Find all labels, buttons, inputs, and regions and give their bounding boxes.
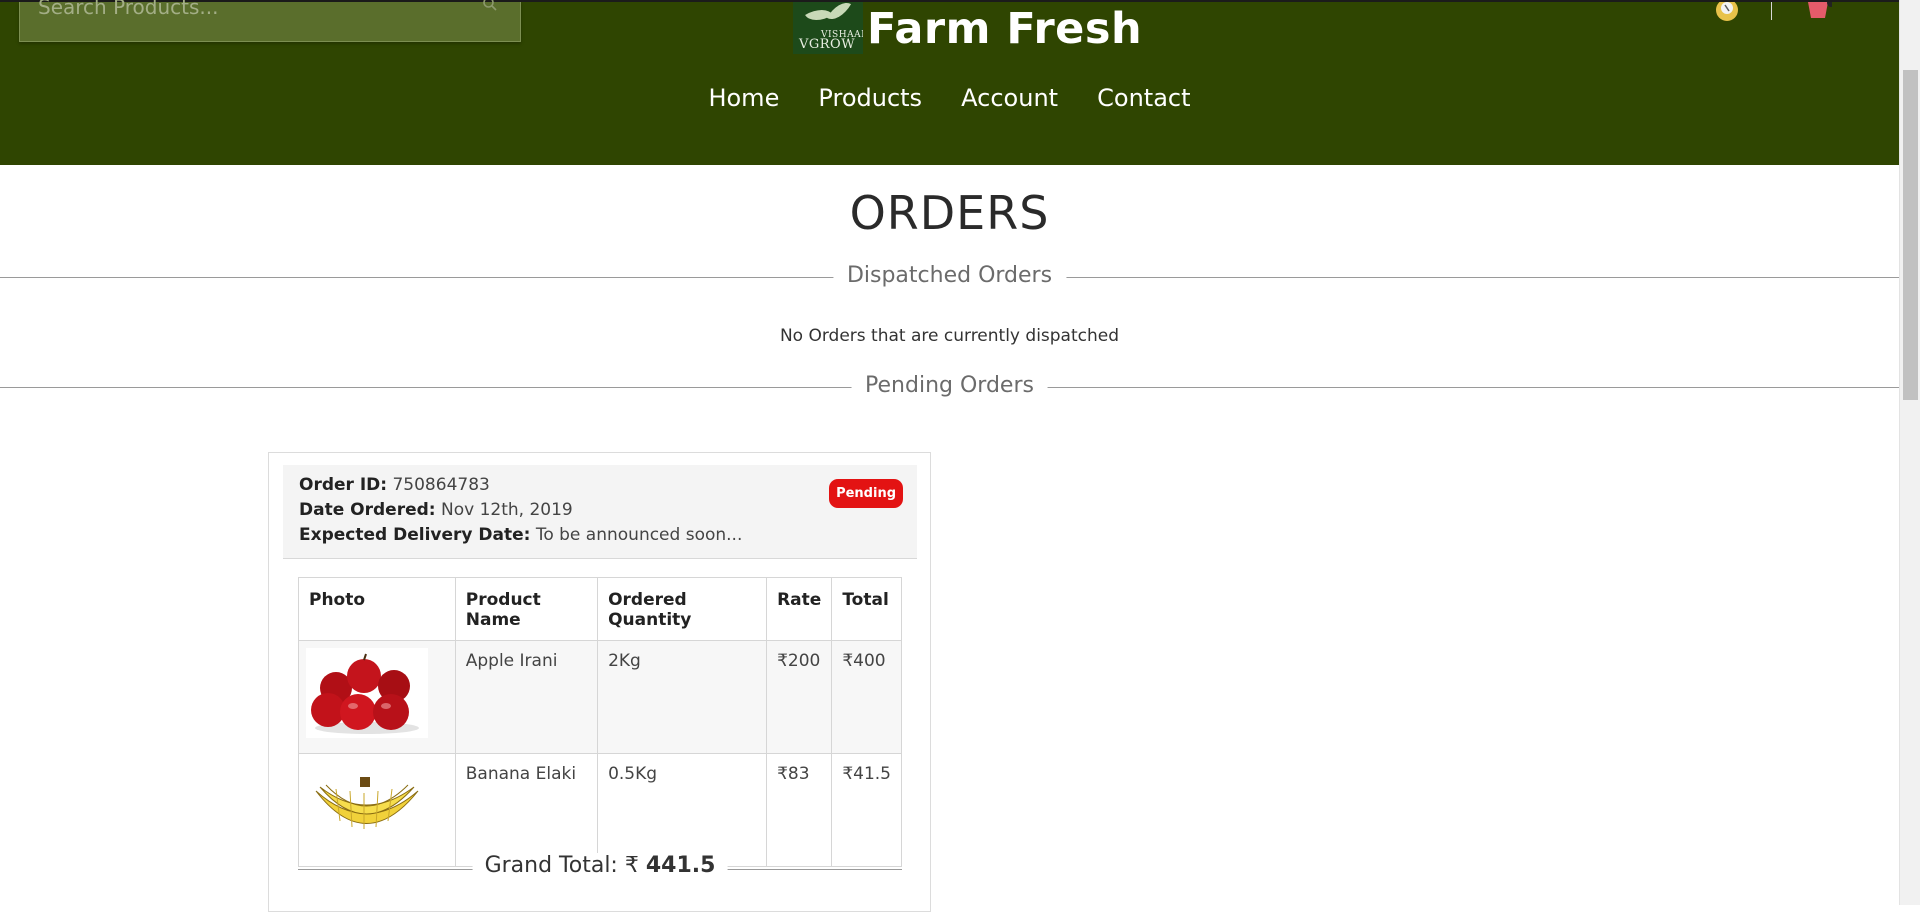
order-id-row: Order ID: 750864783 — [299, 473, 901, 498]
apple-image — [306, 648, 428, 738]
order-date-value: Nov 12th, 2019 — [440, 500, 573, 520]
main-nav: Home Products Account Contact — [0, 84, 1899, 112]
brand-name[interactable]: Farm Fresh — [867, 4, 1142, 54]
quantity-cell: 0.5Kg — [597, 753, 768, 867]
column-header-photo: Photo — [298, 577, 456, 641]
grand-total-amount: 441.5 — [645, 853, 716, 878]
table-header-row: Photo Product Name Ordered Quantity Rate… — [298, 577, 902, 641]
dispatched-section-header: Dispatched Orders — [0, 263, 1899, 293]
leaf-icon — [826, 2, 852, 25]
product-name-cell: Apple Irani — [454, 640, 599, 754]
column-header-total: Total — [831, 577, 902, 641]
banana-image — [306, 761, 428, 851]
order-id-label: Order ID: — [299, 475, 388, 495]
column-header-product-name: Product Name — [454, 577, 599, 641]
rate-cell: ₹83 — [766, 753, 833, 867]
rate-cell: ₹200 — [766, 640, 833, 754]
order-date-label: Date Ordered: — [299, 500, 436, 520]
pending-section-header: Pending Orders — [0, 373, 1899, 403]
order-card: Order ID: 750864783 Date Ordered: Nov 12… — [268, 452, 931, 912]
scrollbar-thumb[interactable] — [1903, 70, 1918, 400]
site-header: VISHAAL VGROW Farm Fresh Home Products A… — [0, 0, 1899, 165]
nav-contact[interactable]: Contact — [1097, 84, 1190, 112]
order-items-table: Photo Product Name Ordered Quantity Rate… — [298, 577, 902, 867]
product-name-cell: Banana Elaki — [454, 753, 599, 867]
search-bar[interactable] — [19, 0, 521, 42]
grand-total-text: Grand Total: ₹ 441.5 — [472, 853, 728, 878]
order-id-value: 750864783 — [392, 475, 490, 495]
header-divider — [1771, 2, 1772, 20]
delivery-date-label: Expected Delivery Date: — [299, 525, 531, 545]
nav-account[interactable]: Account — [961, 84, 1058, 112]
brand-logo[interactable]: VISHAAL VGROW — [793, 2, 863, 54]
photo-cell — [298, 640, 456, 754]
delivery-date-row: Expected Delivery Date: To be announced … — [299, 523, 901, 548]
page-title: ORDERS — [849, 186, 1050, 240]
total-cell: ₹400 — [831, 640, 902, 754]
delivery-date-value: To be announced soon... — [535, 525, 743, 545]
table-row: Banana Elaki 0.5Kg ₹83 ₹41.5 — [298, 753, 902, 867]
logo-small-text: VISHAAL VGROW — [799, 30, 863, 52]
search-input[interactable] — [20, 0, 460, 24]
no-dispatched-message: No Orders that are currently dispatched — [779, 326, 1120, 346]
cart-icon[interactable] — [1804, 2, 1832, 22]
dispatched-section-label: Dispatched Orders — [832, 263, 1067, 288]
table-row: Apple Irani 2Kg ₹200 ₹400 — [298, 640, 902, 754]
status-badge: Pending — [829, 479, 903, 508]
order-header: Order ID: 750864783 Date Ordered: Nov 12… — [283, 465, 917, 559]
total-cell: ₹41.5 — [831, 753, 902, 867]
grand-total: Grand Total: ₹ 441.5 — [298, 853, 902, 885]
grand-total-label: Grand Total: ₹ — [484, 853, 639, 878]
account-icon[interactable] — [1713, 2, 1741, 22]
quantity-cell: 2Kg — [597, 640, 768, 754]
search-icon[interactable] — [482, 0, 498, 12]
order-date-row: Date Ordered: Nov 12th, 2019 — [299, 498, 901, 523]
page-scrollbar[interactable] — [1899, 0, 1920, 905]
column-header-quantity: Ordered Quantity — [597, 577, 768, 641]
nav-products[interactable]: Products — [818, 84, 922, 112]
nav-home[interactable]: Home — [708, 84, 779, 112]
column-header-rate: Rate — [766, 577, 833, 641]
photo-cell — [298, 753, 456, 867]
pending-section-label: Pending Orders — [851, 373, 1048, 398]
